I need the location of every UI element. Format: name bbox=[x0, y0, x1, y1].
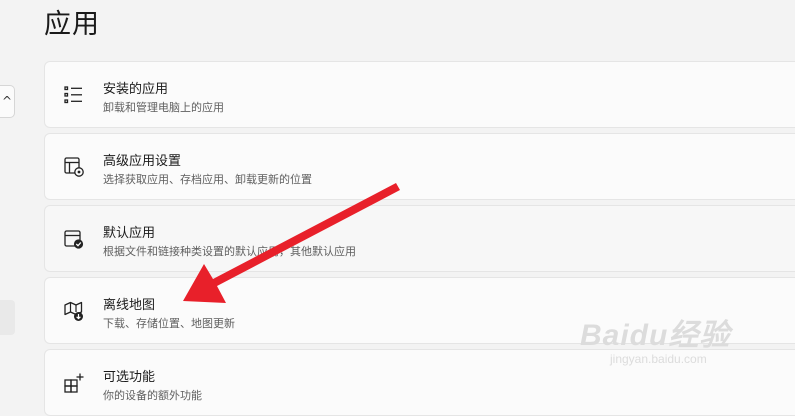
settings-item-description: 选择获取应用、存档应用、卸载更新的位置 bbox=[103, 173, 312, 186]
settings-item-title: 安装的应用 bbox=[103, 82, 169, 97]
settings-item-title: 可选功能 bbox=[103, 370, 156, 385]
settings-item-title: 默认应用 bbox=[103, 226, 156, 241]
default-apps-icon bbox=[64, 230, 84, 249]
settings-item-description: 卸载和管理电脑上的应用 bbox=[103, 101, 224, 114]
settings-item-installed-apps[interactable]: 安装的应用 卸载和管理电脑上的应用 bbox=[44, 61, 795, 128]
settings-item-title: 高级应用设置 bbox=[103, 154, 182, 169]
watermark-url: jingyan.baidu.com bbox=[610, 352, 707, 366]
settings-item-description: 下载、存储位置、地图更新 bbox=[103, 317, 235, 330]
map-download-icon bbox=[64, 301, 83, 321]
settings-item-title: 离线地图 bbox=[103, 298, 156, 313]
page-title: 应用 bbox=[44, 9, 100, 40]
optional-features-icon bbox=[64, 373, 84, 393]
settings-item-advanced-app-settings[interactable]: 高级应用设置 选择获取应用、存档应用、卸载更新的位置 bbox=[44, 133, 795, 200]
app-settings-icon bbox=[64, 157, 84, 177]
watermark: Baidu经验 jingyan.baidu.com bbox=[580, 310, 730, 366]
chevron-up-icon: ^ bbox=[2, 94, 13, 108]
settings-item-default-apps[interactable]: 默认应用 根据文件和链接种类设置的默认应用，其他默认应用 bbox=[44, 205, 795, 272]
settings-item-description: 根据文件和链接种类设置的默认应用，其他默认应用 bbox=[103, 245, 356, 258]
nav-collapse-button[interactable]: ^ bbox=[0, 85, 15, 118]
watermark-logo-text: Baidu经验 bbox=[580, 319, 731, 352]
nav-selected-indicator[interactable] bbox=[0, 300, 15, 335]
list-icon bbox=[64, 86, 82, 104]
